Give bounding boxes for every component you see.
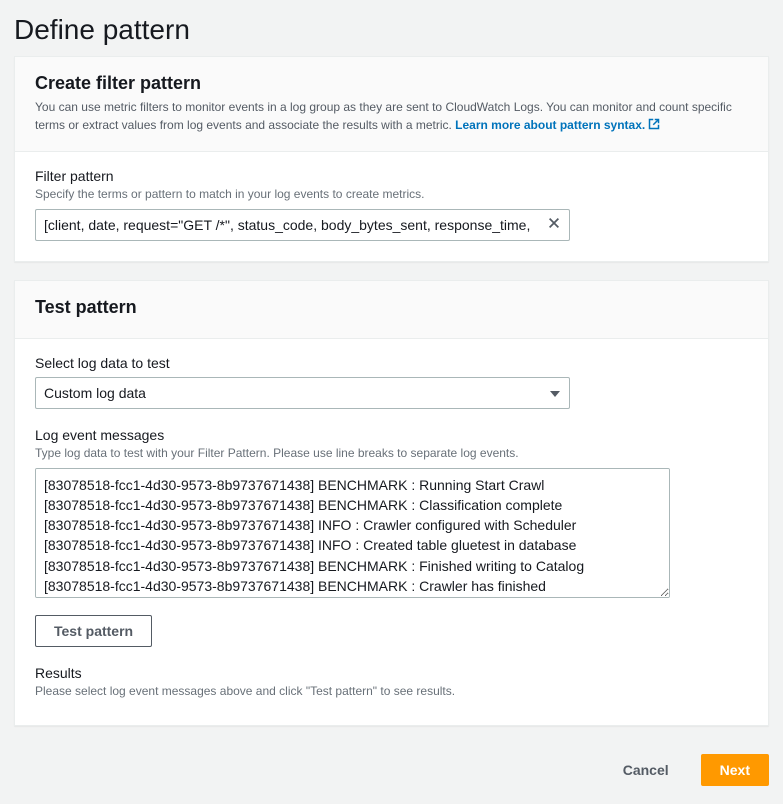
- learn-more-link[interactable]: Learn more about pattern syntax.: [455, 118, 660, 132]
- select-log-data-label: Select log data to test: [35, 355, 748, 371]
- page-title: Define pattern: [0, 0, 783, 56]
- log-event-messages-textarea[interactable]: [35, 468, 670, 598]
- panel-header: Create filter pattern You can use metric…: [15, 57, 768, 152]
- next-button[interactable]: Next: [701, 754, 769, 786]
- filter-pattern-input[interactable]: [35, 209, 570, 241]
- log-event-messages-hint: Type log data to test with your Filter P…: [35, 445, 748, 462]
- close-icon: [547, 216, 561, 233]
- learn-more-label: Learn more about pattern syntax.: [455, 118, 645, 132]
- select-log-data-dropdown[interactable]: Custom log data: [35, 377, 570, 409]
- clear-input-button[interactable]: [542, 213, 566, 237]
- panel-header: Test pattern: [15, 281, 768, 339]
- test-pattern-title: Test pattern: [35, 297, 748, 318]
- create-filter-pattern-desc: You can use metric filters to monitor ev…: [35, 98, 748, 135]
- filter-pattern-label: Filter pattern: [35, 168, 748, 184]
- external-link-icon: [648, 117, 660, 135]
- footer-actions: Cancel Next: [0, 744, 783, 804]
- cancel-button[interactable]: Cancel: [605, 754, 687, 786]
- test-pattern-button[interactable]: Test pattern: [35, 615, 152, 647]
- results-label: Results: [35, 665, 748, 681]
- log-event-messages-label: Log event messages: [35, 427, 748, 443]
- filter-pattern-hint: Specify the terms or pattern to match in…: [35, 186, 748, 203]
- test-pattern-panel: Test pattern Select log data to test Cus…: [14, 280, 769, 727]
- create-filter-pattern-panel: Create filter pattern You can use metric…: [14, 56, 769, 262]
- results-hint: Please select log event messages above a…: [35, 683, 748, 700]
- create-filter-pattern-title: Create filter pattern: [35, 73, 748, 94]
